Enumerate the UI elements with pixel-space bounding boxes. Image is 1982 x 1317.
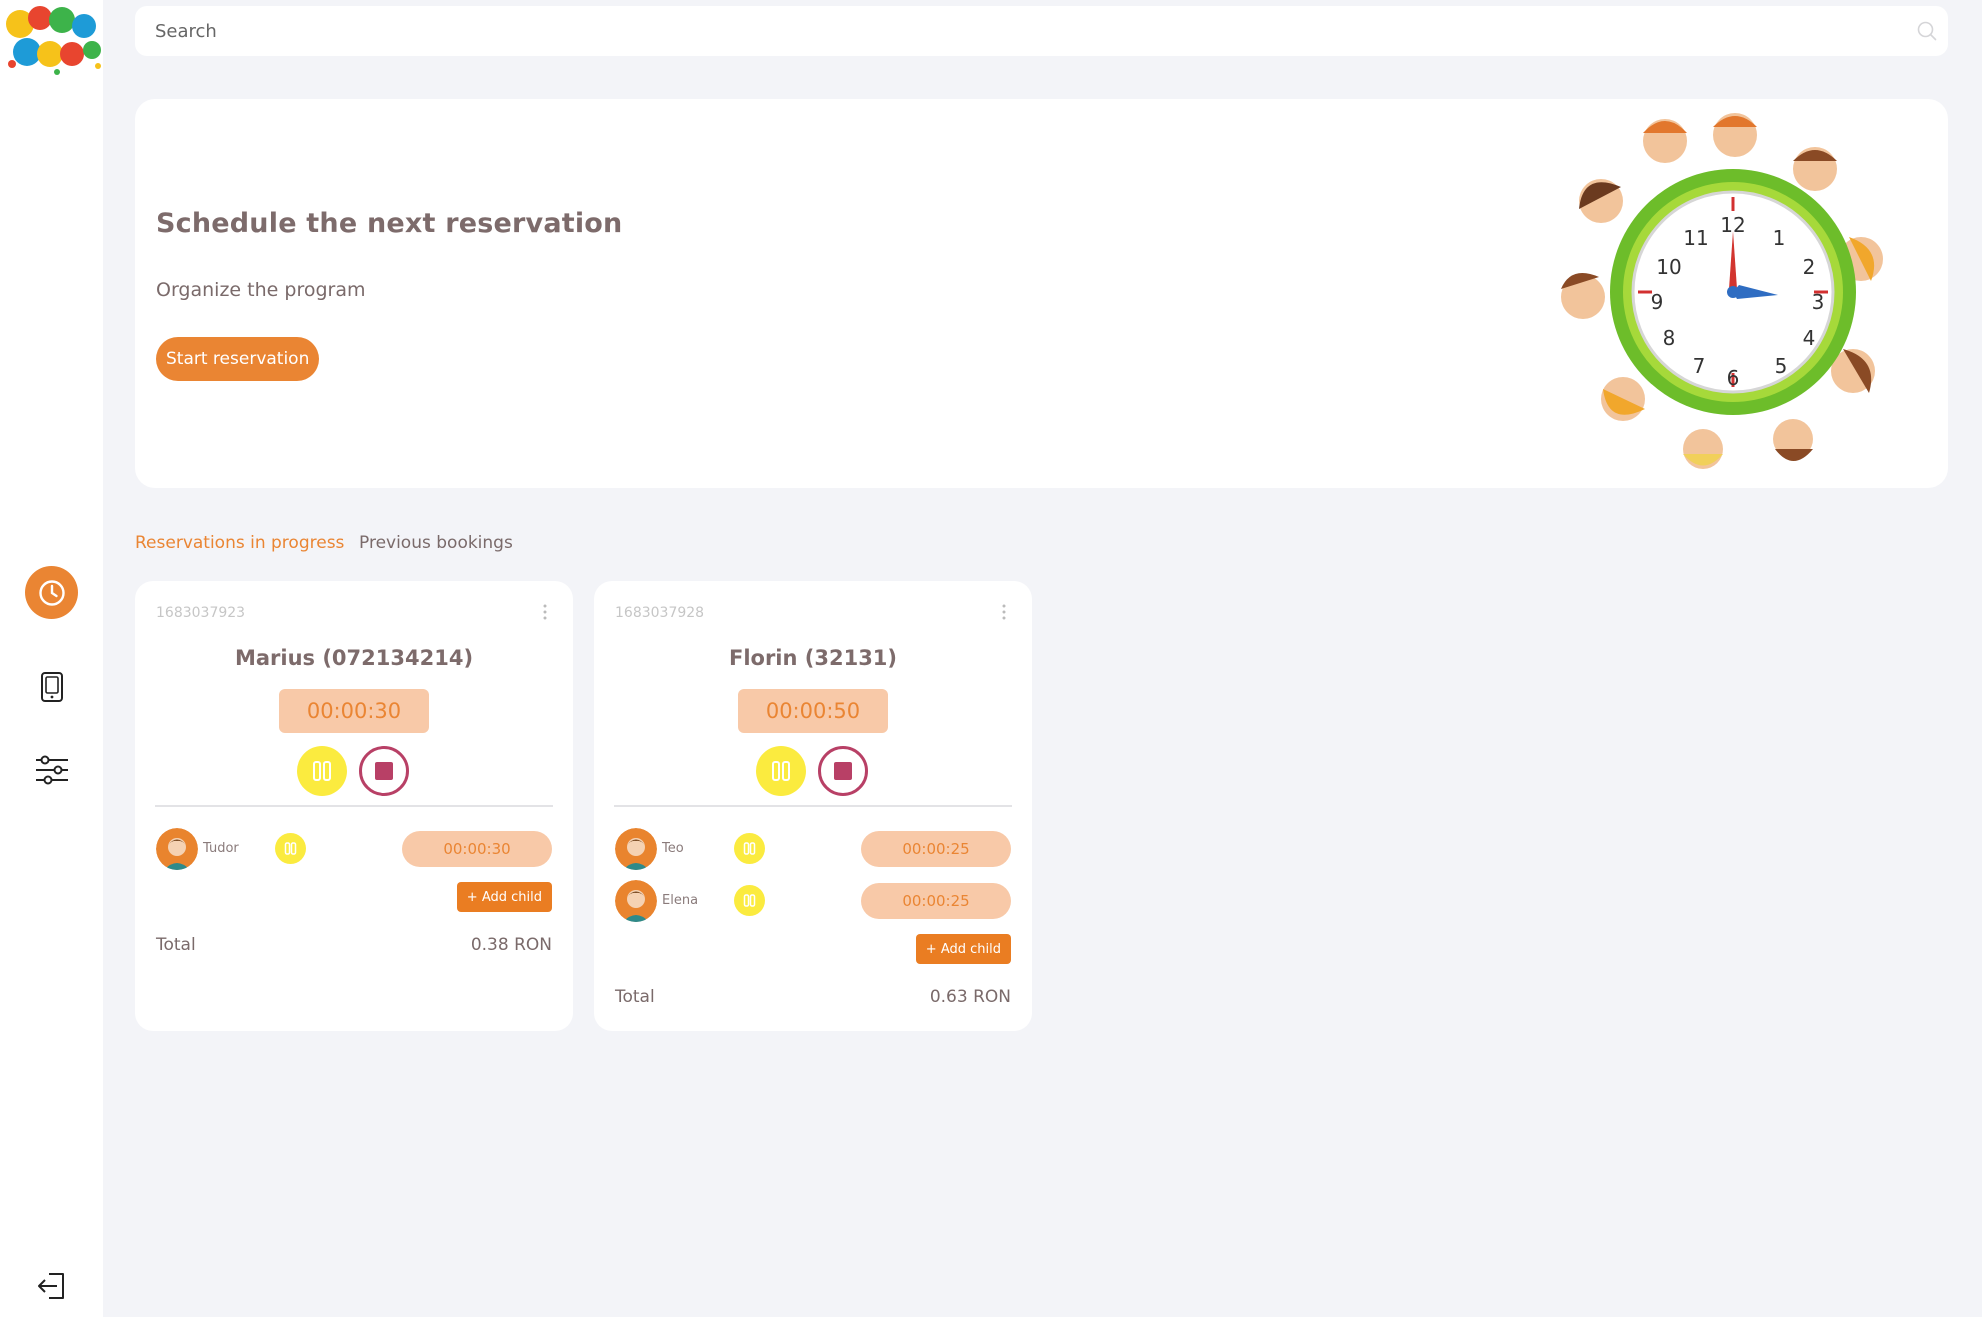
stop-button[interactable] [359, 746, 409, 796]
reservation-timer: 00:00:50 [738, 689, 888, 733]
more-options-icon[interactable] [1000, 603, 1008, 621]
add-child-button[interactable]: + Add child [456, 882, 552, 912]
reservation-card: 1683037923 Marius (072134214) 00:00:30 T… [135, 581, 573, 1031]
pause-icon [743, 842, 756, 855]
svg-text:7: 7 [1693, 354, 1706, 378]
child-timer: 00:00:30 [402, 831, 552, 867]
reservation-name: Florin (32131) [728, 646, 898, 670]
svg-text:6: 6 [1727, 366, 1740, 390]
stop-button[interactable] [818, 746, 868, 796]
search-bar [135, 6, 1948, 56]
child-avatar [615, 828, 657, 870]
total-label: Total [156, 935, 196, 955]
svg-text:1: 1 [1773, 226, 1786, 250]
nav-devices[interactable] [25, 660, 78, 713]
reservation-card: 1683037928 Florin (32131) 00:00:50 Teo 0… [594, 581, 1032, 1031]
nav-reservations[interactable] [25, 566, 78, 619]
pause-icon [772, 761, 790, 781]
hero-title: Schedule the next reservation [156, 208, 623, 239]
child-row: Tudor 00:00:30 [156, 828, 552, 870]
start-reservation-button[interactable]: Start reservation [156, 337, 320, 381]
pause-icon [313, 761, 331, 781]
child-pause-button[interactable] [275, 833, 306, 864]
reservation-id: 1683037928 [615, 605, 705, 621]
tablet-icon [40, 671, 63, 702]
search-input[interactable] [155, 6, 1855, 56]
kids-clock-illustration: 12 1 2 345 678 9 10 11 [1553, 109, 1923, 471]
total-value: 0.63 RON [929, 987, 1011, 1007]
child-name: Teo [662, 841, 684, 856]
reservation-name: Marius (072134214) [234, 646, 474, 670]
child-timer: 00:00:25 [861, 883, 1011, 919]
pause-button[interactable] [756, 746, 806, 796]
logout-button[interactable] [25, 1259, 78, 1312]
tab-previous-bookings[interactable]: Previous bookings [359, 533, 513, 553]
child-timer: 00:00:25 [861, 831, 1011, 867]
pause-button[interactable] [297, 746, 347, 796]
nav-settings[interactable] [25, 743, 78, 796]
svg-text:2: 2 [1803, 255, 1816, 279]
total-label: Total [615, 987, 655, 1007]
svg-text:8: 8 [1663, 326, 1676, 350]
child-name: Elena [662, 893, 699, 908]
search-icon[interactable] [1916, 20, 1938, 46]
app-logo[interactable] [2, 4, 104, 76]
sliders-icon [35, 755, 68, 784]
child-pause-button[interactable] [734, 885, 765, 916]
child-row: Elena 00:00:25 [615, 880, 1011, 922]
reservation-id: 1683037923 [156, 605, 246, 621]
child-row: Teo 00:00:25 [615, 828, 1011, 870]
stop-icon [834, 762, 852, 780]
svg-text:4: 4 [1803, 326, 1816, 350]
add-child-button[interactable]: + Add child [915, 934, 1011, 964]
tab-reservations-in-progress[interactable]: Reservations in progress [135, 533, 344, 553]
svg-text:3: 3 [1812, 290, 1825, 314]
clock-icon [38, 579, 65, 606]
child-name: Tudor [203, 841, 239, 856]
reservation-timer: 00:00:30 [279, 689, 429, 733]
total-value: 0.38 RON [470, 935, 552, 955]
child-avatar [615, 880, 657, 922]
divider [614, 805, 1012, 807]
svg-text:5: 5 [1775, 354, 1788, 378]
hero-subtitle: Organize the program [156, 279, 366, 301]
sidebar [0, 0, 103, 1317]
stop-icon [375, 762, 393, 780]
logout-icon [37, 1272, 64, 1299]
svg-text:9: 9 [1651, 290, 1664, 314]
hero-card: Schedule the next reservation Organize t… [135, 99, 1948, 488]
pause-icon [284, 842, 297, 855]
child-avatar [156, 828, 198, 870]
child-pause-button[interactable] [734, 833, 765, 864]
pause-icon [743, 894, 756, 907]
more-options-icon[interactable] [541, 603, 549, 621]
svg-text:10: 10 [1656, 255, 1681, 279]
svg-text:11: 11 [1683, 226, 1708, 250]
divider [155, 805, 553, 807]
